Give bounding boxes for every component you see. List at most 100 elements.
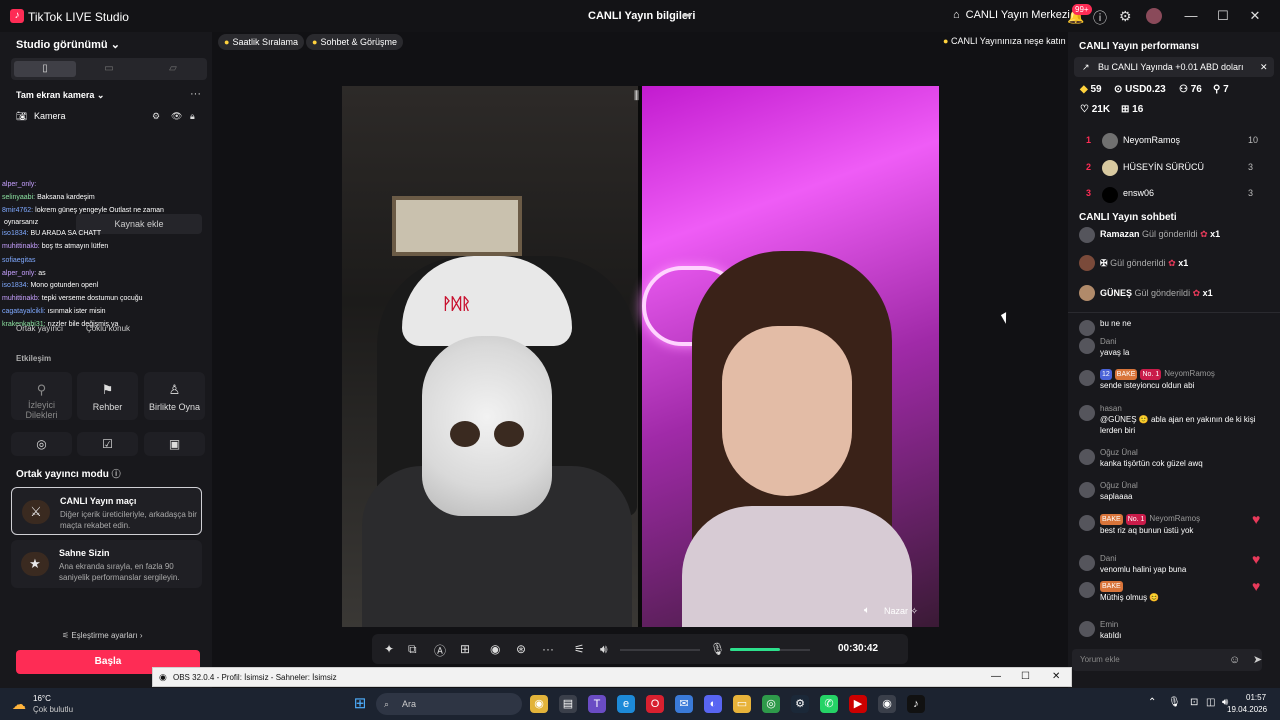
- weather-icon[interactable]: ☁: [12, 696, 26, 713]
- chat-comment[interactable]: Oğuz Ünal saplaaaa: [1100, 480, 1260, 502]
- help-icon[interactable]: ⓘ: [112, 469, 121, 479]
- chrome-alt-icon[interactable]: ◎: [762, 695, 780, 713]
- chat-comment[interactable]: 12 BAKE No. 1 NeyomRamoş sende isteyioncu ol…: [1100, 368, 1260, 391]
- live-match-card[interactable]: ⚔ CANLI Yayın maçı Diğer içerik üreticil…: [11, 487, 202, 535]
- chat-comment[interactable]: bu ne ne: [1100, 318, 1260, 329]
- weather-temp[interactable]: 16°C: [33, 694, 51, 703]
- magic-wand-icon[interactable]: ✦: [384, 642, 394, 656]
- matching-settings-link[interactable]: ⚟ Eşleştirme ayarları ›: [62, 631, 143, 640]
- weather-desc[interactable]: Çok bulutlu: [33, 705, 73, 714]
- rank-name[interactable]: HÜSEYİN SÜRÜCÜ: [1123, 162, 1204, 172]
- settings-gear-icon[interactable]: ⚙: [1119, 8, 1132, 25]
- rank-name[interactable]: NeyomRamoş: [1123, 135, 1180, 145]
- clock-date[interactable]: 19.04.2026: [1227, 705, 1267, 714]
- split-icon[interactable]: ▱: [142, 61, 204, 77]
- rank-name[interactable]: ensw06: [1123, 188, 1154, 198]
- taskbar-search[interactable]: ⌕ Ara: [376, 693, 522, 715]
- play-together-tile[interactable]: ♙ Birlikte Oyna: [144, 372, 205, 420]
- emoji-icon[interactable]: ☺: [1229, 654, 1240, 666]
- obs-taskbar-icon[interactable]: ◉: [878, 695, 896, 713]
- studio-view-dropdown[interactable]: Studio görünümü ⌄: [16, 38, 120, 51]
- close-icon[interactable]: ✕: [1052, 671, 1060, 682]
- tiktok-taskbar-icon[interactable]: ♪: [907, 695, 925, 713]
- close-icon[interactable]: ✕: [1260, 57, 1268, 77]
- close-icon[interactable]: ✕: [1245, 6, 1265, 26]
- live-info-title[interactable]: CANLI Yayın bilgileri: [588, 10, 695, 22]
- layout-icon[interactable]: ⫼: [634, 90, 639, 103]
- portrait-icon[interactable]: ▯: [14, 61, 76, 77]
- ai-icon[interactable]: Ⓐ: [434, 642, 446, 659]
- maximize-icon[interactable]: ☐: [1213, 6, 1233, 26]
- volume-icon[interactable]: 🔊︎: [600, 642, 608, 657]
- co-host-label[interactable]: Ortak yayıncı: [16, 324, 63, 333]
- display-tray-icon[interactable]: ⊡: [1190, 697, 1198, 708]
- rose-icon: ✿: [1192, 288, 1201, 298]
- avatar[interactable]: [1146, 8, 1162, 24]
- mic-volume-fill: [730, 648, 780, 651]
- opera-icon[interactable]: O: [646, 695, 664, 713]
- chat-comment[interactable]: Dani venomlu halini yap buna: [1100, 553, 1260, 575]
- tool-1[interactable]: ◎: [11, 432, 72, 456]
- overlay-chat-line: cagatayalcikli: ısınmak ister misin: [2, 307, 106, 316]
- chat-comment[interactable]: Oğuz Ünal kanka tişörtün cok güzel awq: [1100, 447, 1260, 469]
- windows-start-icon[interactable]: ⊞: [351, 695, 369, 713]
- live-center-button[interactable]: ⌂ CANLI Yayın Merkezi: [953, 9, 1070, 21]
- chat-comment[interactable]: Dani yavaş la: [1100, 336, 1260, 358]
- tool-3[interactable]: ▣: [144, 432, 205, 456]
- capture-icon[interactable]: ⊛: [516, 642, 526, 656]
- store-icon[interactable]: ▤: [559, 695, 577, 713]
- joy-hint[interactable]: ● CANLI Yayınınıza neşe katın: [943, 36, 1066, 46]
- edge-icon[interactable]: e: [617, 695, 635, 713]
- obs-title: OBS 32.0.4 - Profil: İsimsiz - Sahneler:…: [173, 673, 337, 682]
- camera-source[interactable]: 📷︎ Kamera: [16, 111, 65, 122]
- minimize-icon[interactable]: —: [991, 671, 1001, 682]
- settings-icon[interactable]: ⚙: [152, 111, 160, 122]
- minimize-icon[interactable]: —: [1181, 6, 1201, 26]
- send-icon[interactable]: ➤: [1253, 653, 1262, 666]
- diamonds-stat: ◆ 59: [1080, 84, 1102, 95]
- clock-time[interactable]: 01:57: [1246, 693, 1266, 702]
- speaker-volume-slider[interactable]: [620, 649, 700, 651]
- record-icon[interactable]: ◉: [490, 642, 500, 656]
- add-media-icon[interactable]: ⊞: [460, 642, 470, 656]
- microphone-icon[interactable]: 🎙︎: [710, 642, 725, 656]
- whatsapp-icon[interactable]: ✆: [820, 695, 838, 713]
- chat-comment[interactable]: BAKE No. 1 NeyomRamoş best riz aq bunun üst…: [1100, 513, 1260, 536]
- interaction-heading: Etkileşim: [16, 354, 52, 363]
- rose-icon: ✿: [1200, 229, 1208, 239]
- adjust-icon[interactable]: ⚟: [574, 642, 585, 656]
- folder-icon[interactable]: ▭: [733, 695, 751, 713]
- network-tray-icon[interactable]: ◫: [1206, 697, 1215, 708]
- chat-comment[interactable]: hasan @GÜNEŞ 🙂 abla ajan en yakının de ki…: [1100, 403, 1260, 436]
- hourly-ranking-pill[interactable]: ● Saatlik Sıralama: [218, 34, 304, 50]
- share-icon[interactable]: ➦: [682, 8, 692, 22]
- chat-call-pill[interactable]: ● Sohbet & Görüşme: [306, 34, 403, 50]
- multi-guest-label[interactable]: Çoklu konuk: [86, 324, 130, 333]
- scene-dropdown[interactable]: Tam ekran kamera ⌄: [16, 90, 104, 101]
- chat-comment[interactable]: BAKE Müthiş olmuş 😊: [1100, 580, 1260, 603]
- discord-icon[interactable]: ◐: [704, 695, 722, 713]
- mail-icon[interactable]: ✉: [675, 695, 693, 713]
- guide-tile[interactable]: ⚑ Rehber: [77, 372, 138, 420]
- obs-window-bar[interactable]: ◉ OBS 32.0.4 - Profil: İsimsiz - Sahnele…: [152, 667, 1072, 687]
- landscape-icon[interactable]: ▭: [78, 61, 140, 77]
- more-icon[interactable]: ···: [542, 642, 554, 656]
- more-options-icon[interactable]: ···: [190, 88, 201, 100]
- lock-icon[interactable]: 🔒︎: [190, 111, 195, 122]
- chrome-icon[interactable]: ◉: [530, 695, 548, 713]
- speaker-icon[interactable]: 🔈︎: [864, 605, 870, 616]
- visibility-icon[interactable]: 👁︎: [171, 111, 182, 122]
- effects-icon[interactable]: ⧉: [408, 642, 417, 657]
- mic-tray-icon[interactable]: 🎙︎: [1168, 697, 1181, 708]
- video-preview[interactable]: ᚹᛞᚱ ⫼ 🔈︎ Nazar ✧: [342, 86, 939, 627]
- maximize-icon[interactable]: ☐: [1021, 671, 1030, 682]
- youtube-icon[interactable]: ▶: [849, 695, 867, 713]
- tray-chevron-icon[interactable]: ⌃: [1148, 697, 1156, 708]
- chat-comment[interactable]: Emin katıldı: [1100, 619, 1260, 641]
- help-icon[interactable]: ⓘ: [1093, 8, 1107, 28]
- tool-2[interactable]: ☑: [77, 432, 138, 456]
- steam-icon[interactable]: ⚙: [791, 695, 809, 713]
- stage-yours-card[interactable]: ★ Sahne Sizin Ana ekranda sırayla, en fa…: [11, 540, 202, 588]
- teams-icon[interactable]: T: [588, 695, 606, 713]
- viewer-wishes-tile[interactable]: ⚲ İzleyici Dilekleri: [11, 372, 72, 420]
